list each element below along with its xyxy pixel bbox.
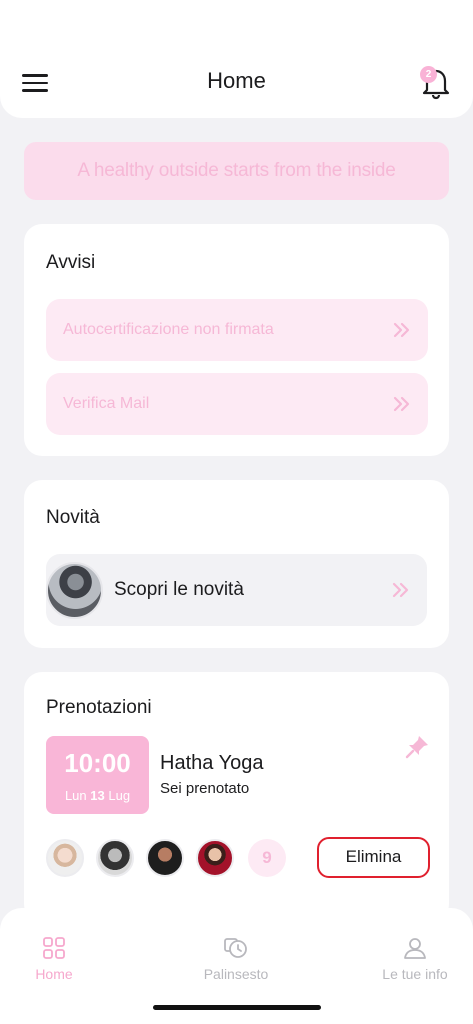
news-avatar xyxy=(46,562,103,619)
participant-avatar xyxy=(46,839,84,877)
delete-booking-button[interactable]: Elimina xyxy=(317,837,430,878)
booking-time: 10:00 xyxy=(64,748,131,778)
class-name: Hatha Yoga xyxy=(160,752,264,774)
grid-icon xyxy=(43,937,65,959)
news-title: Novità xyxy=(46,507,100,528)
home-indicator xyxy=(153,1005,321,1010)
notification-badge: 2 xyxy=(420,66,437,83)
news-card: Novità Scopri le novità xyxy=(24,480,449,648)
double-chevron-right-icon xyxy=(393,322,410,338)
booking-time-box: 10:00 Lun 13 Lug xyxy=(46,736,149,814)
tab-palinsesto[interactable]: Palinsesto xyxy=(176,930,296,990)
tab-home[interactable]: Home xyxy=(0,930,114,990)
alerts-card: Avvisi Autocertificazione non firmata Ve… xyxy=(24,224,449,456)
booking-date: Lun 13 Lug xyxy=(46,788,149,803)
participant-avatar xyxy=(196,839,234,877)
schedule-icon xyxy=(224,938,247,958)
participants-count-badge[interactable]: 9 xyxy=(248,839,286,877)
app-header: Home 2 xyxy=(0,0,473,118)
participant-avatar xyxy=(146,839,184,877)
bookings-title: Prenotazioni xyxy=(46,697,152,718)
tab-label: Home xyxy=(35,966,73,982)
alerts-title: Avvisi xyxy=(46,252,96,273)
user-icon xyxy=(404,938,426,959)
motto-banner: A healthy outside starts from the inside xyxy=(24,142,449,200)
booking-month: Lug xyxy=(108,788,131,803)
booking-day-number: 13 xyxy=(90,788,105,803)
bookings-card: Prenotazioni 10:00 Lun 13 Lug Hatha Yoga… xyxy=(24,672,449,922)
booking-day: Lun xyxy=(64,788,87,803)
pin-icon[interactable] xyxy=(404,734,430,760)
double-chevron-right-icon xyxy=(393,396,410,412)
participant-avatar xyxy=(96,839,134,877)
tab-label: Palinsesto xyxy=(203,966,269,982)
alert-label: Autocertificazione non firmata xyxy=(63,321,274,338)
double-chevron-right-icon xyxy=(392,582,409,598)
news-label: Scopri le novità xyxy=(114,579,244,600)
news-item[interactable]: Scopri le novità xyxy=(46,554,427,626)
alert-item-self-certification[interactable]: Autocertificazione non firmata xyxy=(46,299,428,361)
alert-label: Verifica Mail xyxy=(63,395,150,412)
tab-label: Le tue info xyxy=(382,966,448,982)
booking-status: Sei prenotato xyxy=(160,780,250,797)
alert-item-verify-mail[interactable]: Verifica Mail xyxy=(46,373,428,435)
tab-le-tue-info[interactable]: Le tue info xyxy=(355,930,473,990)
page-title: Home xyxy=(207,68,266,93)
